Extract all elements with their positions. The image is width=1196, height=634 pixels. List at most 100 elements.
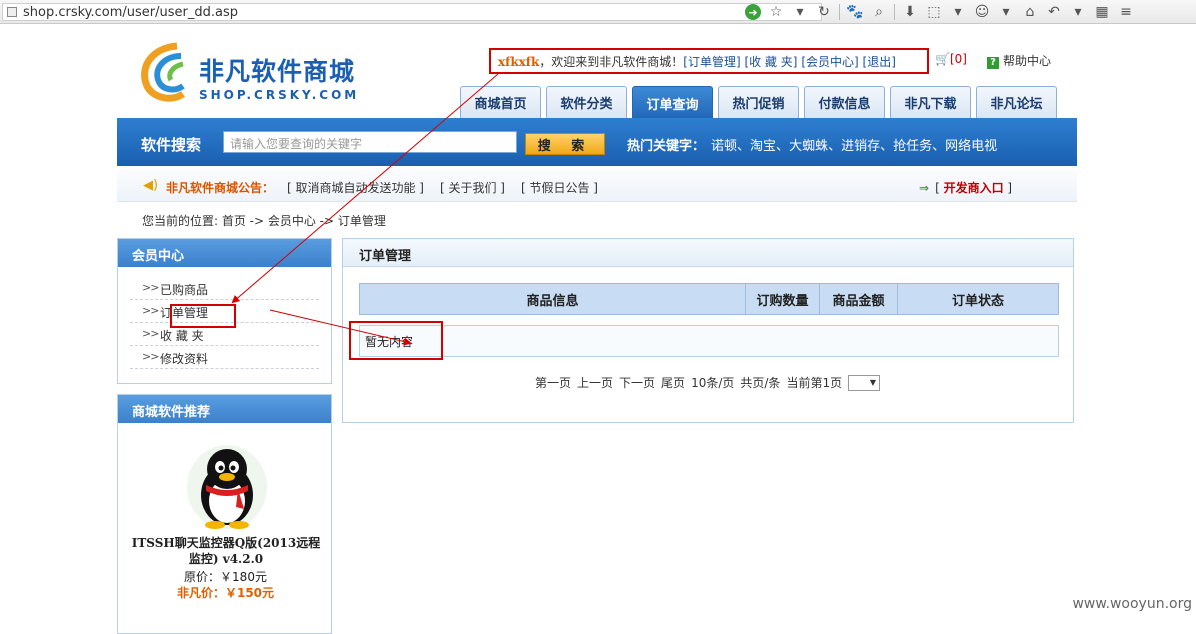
col-status: 订单状态: [898, 284, 1058, 314]
username: xfkxfk: [498, 55, 539, 69]
order-manage-link[interactable]: [订单管理]: [683, 55, 740, 69]
welcome-bar: xfkxfk，欢迎来到非凡软件商城！[订单管理] [收 藏 夹] [会员中心] …: [489, 48, 929, 74]
dropdown-icon[interactable]: ▾: [997, 3, 1015, 21]
cart-count: [0]: [950, 52, 967, 66]
prev-page-link[interactable]: 上一页: [577, 374, 613, 391]
page-size: 10条/页: [691, 374, 734, 391]
hot-keyword-link[interactable]: 进销存: [841, 135, 880, 154]
logo-text: 非凡软件商城: [199, 52, 355, 88]
separator: [839, 4, 840, 20]
home-icon[interactable]: ⌂: [1021, 3, 1039, 21]
tab-home[interactable]: 商城首页: [460, 86, 541, 118]
addon-icon[interactable]: ☺: [973, 3, 991, 21]
search-engine-icon[interactable]: 🐾: [846, 3, 864, 21]
tab-order-query[interactable]: 订单查询: [632, 86, 713, 119]
hot-keyword-link[interactable]: 大蜘蛛: [789, 135, 828, 154]
hot-keyword-link[interactable]: 抢任务: [893, 135, 932, 154]
search-label: 软件搜索: [141, 134, 201, 155]
pagination: 第一页 上一页 下一页 尾页 10条/页 共页/条 当前第1页 ▼: [535, 374, 880, 391]
help-icon: ?: [987, 57, 999, 69]
col-quantity: 订购数量: [746, 284, 820, 314]
dev-prefix: [: [935, 181, 944, 195]
first-page-link[interactable]: 第一页: [535, 374, 571, 391]
qq-penguin-icon[interactable]: [182, 439, 272, 531]
undo-icon[interactable]: ↶: [1045, 3, 1063, 21]
menu-edit-profile[interactable]: 修改资料: [130, 346, 319, 369]
notice-link[interactable]: [ 关于我们 ]: [440, 179, 505, 196]
member-center-link[interactable]: [会员中心]: [801, 55, 858, 69]
tab-promotions[interactable]: 热门促销: [718, 86, 799, 118]
tab-payment-info[interactable]: 付款信息: [804, 86, 885, 118]
dev-label: 开发商入口: [944, 181, 1004, 195]
current-page: 当前第1页: [786, 374, 842, 391]
col-amount: 商品金额: [820, 284, 898, 314]
help-label: 帮助中心: [1003, 54, 1051, 68]
dropdown-icon[interactable]: ▾: [1069, 3, 1087, 21]
tab-categories[interactable]: 软件分类: [546, 86, 627, 118]
dev-suffix: ]: [1004, 181, 1013, 195]
arrow-icon: ⇒: [919, 181, 929, 195]
download-icon[interactable]: ⬇: [901, 3, 919, 21]
go-icon[interactable]: ➜: [745, 4, 761, 20]
help-center-link[interactable]: ? 帮助中心: [987, 52, 1051, 69]
separator: 、: [932, 135, 945, 154]
main-nav: 商城首页 软件分类 订单查询 热门促销 付款信息 非凡下载 非凡论坛: [460, 86, 1057, 119]
welcome-text: ，欢迎来到非凡软件商城！: [539, 55, 683, 69]
separator: [894, 4, 895, 20]
total-info: 共页/条: [740, 374, 780, 391]
screenshot-icon[interactable]: ⬚: [925, 3, 943, 21]
developer-entry-link[interactable]: ⇒ [ 开发商入口 ]: [919, 179, 1012, 196]
favorites-link[interactable]: [收 藏 夹]: [744, 55, 797, 69]
address-text: shop.crsky.com/user/user_dd.asp: [23, 5, 238, 20]
watermark: www.wooyun.org: [1072, 596, 1192, 612]
site-logo[interactable]: 非凡软件商城 SHOP.CRSKY.COM: [137, 42, 367, 108]
col-product-info: 商品信息: [360, 284, 746, 314]
empty-message: 暂无内容: [359, 325, 1059, 357]
notice-link[interactable]: [ 节假日公告 ]: [521, 179, 598, 196]
tab-downloads[interactable]: 非凡下载: [890, 86, 971, 118]
separator: 、: [880, 135, 893, 154]
notice-items: [ 取消商城自动发送功能 ] [ 关于我们 ] [ 节假日公告 ]: [287, 179, 598, 196]
chevron-down-icon: ▼: [870, 378, 876, 387]
order-panel-title: 订单管理: [343, 239, 1073, 267]
reload-icon[interactable]: ↻: [815, 3, 833, 21]
notice-bar: ◀) 非凡软件商城公告： [ 取消商城自动发送功能 ] [ 关于我们 ] [ 节…: [117, 170, 1077, 202]
product-name[interactable]: ITSSH聊天监控器Q版(2013远程监控) v4.2.0: [126, 535, 326, 567]
cart-icon: 🛒: [935, 52, 950, 66]
logout-link[interactable]: [退出]: [863, 55, 896, 69]
windows-icon[interactable]: ▦: [1093, 3, 1111, 21]
browser-buttons: ➜ ☆ ▾ ↻ 🐾 ⌕ ⬇ ⬚ ▾ ☺ ▾ ⌂ ↶ ▾ ▦ ≡: [745, 3, 1135, 21]
recommend-title: 商城软件推荐: [118, 395, 331, 423]
menu-purchased[interactable]: 已购商品: [130, 277, 319, 300]
separator: 、: [828, 135, 841, 154]
hot-keyword-link[interactable]: 诺顿: [711, 135, 737, 154]
notice-link[interactable]: [ 取消商城自动发送功能 ]: [287, 179, 424, 196]
hot-keyword-link[interactable]: 淘宝: [750, 135, 776, 154]
search-button[interactable]: 搜 索: [525, 133, 605, 155]
browser-toolbar: shop.crsky.com/user/user_dd.asp ➜ ☆ ▾ ↻ …: [0, 0, 1196, 24]
address-bar[interactable]: shop.crsky.com/user/user_dd.asp: [2, 3, 822, 21]
order-panel: 订单管理 商品信息 订购数量 商品金额 订单状态 暂无内容 第一页 上一页 下一…: [342, 238, 1074, 423]
original-price: 原价：￥180元: [118, 568, 333, 585]
tab-forum[interactable]: 非凡论坛: [976, 86, 1057, 118]
hot-keywords-label: 热门关键字：: [627, 135, 705, 154]
hot-keyword-link[interactable]: 网络电视: [945, 135, 997, 154]
cart[interactable]: 🛒[0]: [935, 52, 967, 66]
search-icon[interactable]: ⌕: [870, 3, 888, 21]
next-page-link[interactable]: 下一页: [619, 374, 655, 391]
dropdown-icon[interactable]: ▾: [791, 3, 809, 21]
dropdown-icon[interactable]: ▾: [949, 3, 967, 21]
breadcrumb: 您当前的位置: 首页 -> 会员中心 -> 订单管理: [142, 212, 386, 229]
bookmark-star-icon[interactable]: ☆: [767, 3, 785, 21]
last-page-link[interactable]: 尾页: [661, 374, 685, 391]
recommend-panel: 商城软件推荐 ITSSH聊天监控器Q版(2013远程监控) v4.2.0 原价：…: [117, 394, 332, 634]
separator: 、: [776, 135, 789, 154]
search-input[interactable]: 请输入您要查询的关键字: [223, 131, 517, 153]
logo-swirl-icon: [137, 42, 195, 104]
logo-domain: SHOP.CRSKY.COM: [199, 88, 359, 102]
member-price: 非凡价：￥150元: [118, 584, 333, 601]
menu-icon[interactable]: ≡: [1117, 3, 1135, 21]
page-icon: [7, 7, 17, 17]
page-select[interactable]: ▼: [848, 375, 880, 391]
notice-label: 非凡软件商城公告：: [166, 179, 274, 196]
